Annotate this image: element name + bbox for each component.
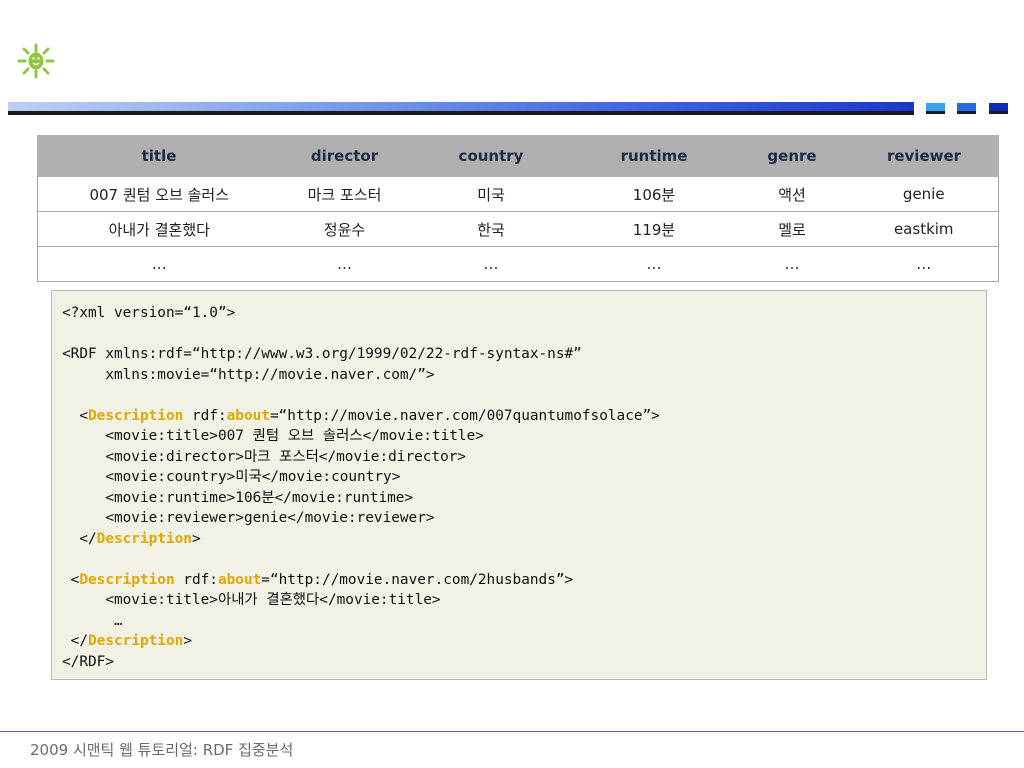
description-keyword: Description: [96, 530, 192, 547]
decor-square-mid: [957, 103, 976, 114]
table-cell: 한국: [408, 211, 574, 247]
table-cell: …: [573, 246, 735, 282]
code-line: </Description>: [62, 530, 201, 547]
code-line: <movie:reviewer>genie</movie:reviewer>: [62, 510, 435, 526]
decor-square-light: [926, 103, 945, 114]
table-cell: …: [849, 246, 999, 282]
column-header: genre: [734, 135, 850, 177]
code-line: </Description>: [62, 633, 192, 649]
table-row: 007 퀀텀 오브 솔러스 마크 포스터 미국 106분 액션 genie: [37, 176, 999, 212]
code-token: <: [62, 407, 88, 424]
code-block: <?xml version=“1.0”> <RDF xmlns:rdf=“htt…: [62, 303, 986, 672]
description-keyword: Description: [88, 407, 184, 424]
code-line: xmlns:movie=“http://movie.naver.com/”>: [62, 366, 435, 383]
about-keyword: about: [226, 407, 270, 424]
column-header: title: [37, 135, 281, 177]
sun-face-icon: [17, 43, 55, 79]
code-token: rdf:: [183, 407, 227, 424]
table-cell: 미국: [408, 176, 574, 212]
description-keyword: Description: [79, 571, 175, 588]
table-header-row: title director country runtime genre rev…: [37, 135, 999, 177]
title-bar-divider: [8, 102, 914, 113]
footer-caption: 2009 시맨틱 웹 튜토리얼: RDF 집중분석: [30, 741, 294, 759]
code-line: <movie:title>007 퀀텀 오브 솔러스</movie:title>: [62, 428, 484, 444]
column-header: runtime: [573, 135, 735, 177]
table-cell: …: [37, 246, 281, 282]
table-cell: 액션: [734, 176, 850, 212]
code-token: </: [62, 530, 97, 547]
code-line: <Description rdf:about=“http://movie.nav…: [62, 571, 574, 588]
code-line: <Description rdf:about=“http://movie.nav…: [62, 408, 660, 424]
code-token: =“http://movie.naver.com/007quantumofsol…: [269, 407, 660, 424]
code-token: </: [62, 633, 88, 649]
decor-square-dark: [989, 103, 1008, 114]
code-line: <?xml version=“1.0”>: [62, 305, 236, 321]
table-cell: 007 퀀텀 오브 솔러스: [37, 176, 281, 212]
footer-divider: [0, 731, 1024, 732]
code-line: <movie:director>마크 포스터</movie:director>: [62, 448, 467, 465]
table-cell: eastkim: [849, 211, 999, 247]
table-cell: 마크 포스터: [280, 176, 409, 212]
column-header: director: [280, 135, 409, 177]
table-cell: …: [280, 246, 409, 282]
table-row: … … … … … …: [37, 246, 999, 282]
code-token: rdf:: [174, 571, 218, 588]
code-line: <movie:runtime>106분</movie:runtime>: [62, 489, 414, 506]
table-cell: 멜로: [734, 211, 850, 247]
movie-data-table: title director country runtime genre rev…: [37, 135, 999, 282]
table-cell: 106분: [573, 176, 735, 212]
table-cell: …: [408, 246, 574, 282]
code-line: <movie:title>아내가 결혼했다</movie:title>: [62, 592, 441, 608]
code-token: =“http://movie.naver.com/2husbands”>: [261, 571, 574, 588]
about-keyword: about: [217, 571, 262, 588]
table-cell: 119분: [573, 211, 735, 247]
code-line: </RDF>: [62, 653, 114, 670]
code-line: …: [62, 612, 123, 629]
code-token: >: [191, 530, 201, 547]
table-cell: genie: [849, 176, 999, 212]
code-line: <RDF xmlns:rdf=“http://www.w3.org/1999/0…: [62, 346, 582, 362]
table-cell: 아내가 결혼했다: [37, 211, 281, 247]
rdf-xml-code-box: <?xml version=“1.0”> <RDF xmlns:rdf=“htt…: [51, 290, 987, 680]
code-token: >: [183, 633, 192, 649]
table-cell: 정윤수: [280, 211, 409, 247]
code-line: <movie:country>미국</movie:country>: [62, 469, 401, 485]
table-cell: …: [734, 246, 850, 282]
code-token: <: [62, 571, 80, 588]
column-header: reviewer: [849, 135, 999, 177]
description-keyword: Description: [88, 633, 184, 649]
table-row: 아내가 결혼했다 정윤수 한국 119분 멜로 eastkim: [37, 211, 999, 247]
column-header: country: [408, 135, 574, 177]
